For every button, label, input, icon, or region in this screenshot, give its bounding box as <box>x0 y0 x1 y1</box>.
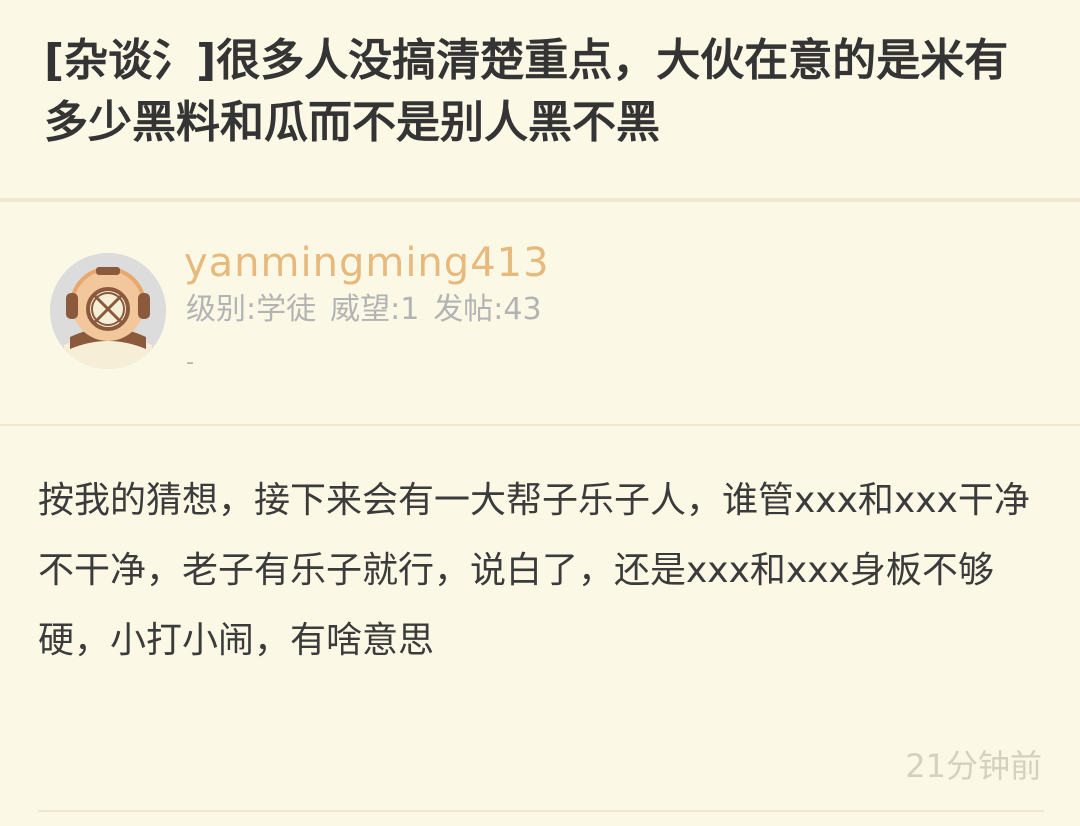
divider <box>0 424 1080 426</box>
diving-helmet-icon <box>50 253 166 369</box>
divider <box>38 810 1044 812</box>
author-section[interactable]: yanmingming413 级别:学徒 威望:1 发帖:43 - <box>0 202 1080 424</box>
post-timestamp: 21分钟前 <box>905 747 1042 785</box>
avatar[interactable] <box>50 253 166 369</box>
post-title: [杂谈氵]很多人没搞清楚重点，大伙在意的是米有多少黑料和瓜而不是别人黑不黑 <box>44 35 1009 148</box>
user-level: 级别:学徒 <box>186 292 317 327</box>
post-body: 按我的猜想，接下来会有一大帮子乐子人，谁管xxx和xxx干净不干净，老子有乐子就… <box>38 480 1030 661</box>
user-post-count: 发帖:43 <box>433 292 542 327</box>
username[interactable]: yanmingming413 <box>184 238 550 288</box>
user-prestige: 威望:1 <box>330 292 420 327</box>
title-section: [杂谈氵]很多人没搞清楚重点，大伙在意的是米有多少黑料和瓜而不是别人黑不黑 <box>0 0 1080 198</box>
post-page: [杂谈氵]很多人没搞清楚重点，大伙在意的是米有多少黑料和瓜而不是别人黑不黑 ya… <box>0 0 1080 826</box>
user-stats: 级别:学徒 威望:1 发帖:43 <box>186 290 556 330</box>
user-signature: - <box>186 350 194 375</box>
